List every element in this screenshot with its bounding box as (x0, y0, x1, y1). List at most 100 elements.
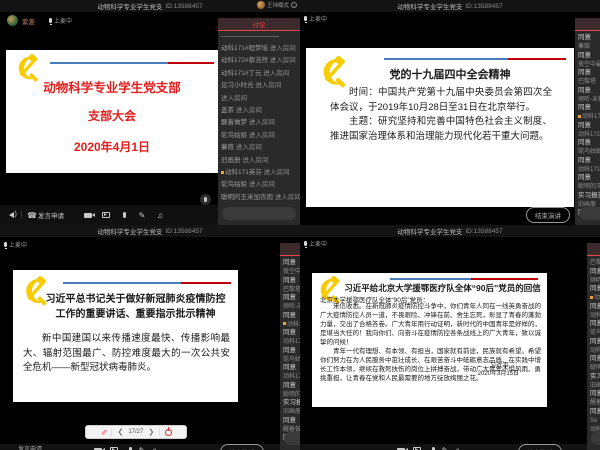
window-title: 动物科学专业学生党支 (97, 1, 162, 11)
screen-share-icon[interactable] (411, 444, 423, 450)
phone-icon[interactable]: ☎ (26, 209, 38, 221)
slide-divider (390, 278, 538, 280)
end-present-button[interactable]: 结束演讲 (220, 444, 264, 450)
controls-divider (111, 428, 112, 436)
camera-icon[interactable] (92, 444, 104, 450)
presenter-badge[interactable]: 王玮楠式 i (257, 1, 297, 9)
on-mic-status: 上麦中 (49, 16, 72, 25)
chat-reply-message: 动科171#丁元 同意 (578, 167, 600, 183)
page-indicator: 17/27 (128, 429, 143, 435)
meeting-window-epidemic-slide: 动物科学专业学生党支 ID:13588457 上麦中 习近平总书记关于做好新冠肺… (0, 225, 300, 450)
mic-toggle-icon[interactable] (118, 209, 130, 221)
chat-reply-message: 动科171#丁元 同意 (283, 374, 300, 390)
chat-reply-message: 醒着做梦 同意 (590, 400, 600, 416)
end-present-button[interactable]: 结束演讲 (518, 444, 562, 450)
member-dot-icon (221, 171, 224, 174)
chat-join-message: 进入房间 (221, 93, 300, 105)
chat-reply-message: 倾听-未知 同意 (283, 304, 300, 320)
chat-reply-message: 巴黎塔 同意 (578, 79, 600, 95)
chat-reply-list: 同意 夜空中最亮 同意 巴黎塔 同意 倾听-未知 同意 动科171英芬 同意 动… (280, 256, 300, 444)
music-icon[interactable]: ♫ (451, 444, 463, 450)
chat-input[interactable] (284, 432, 300, 445)
chat-reply-message: 旧画册 同意 (283, 409, 300, 425)
on-mic-status: 上麦中 (304, 14, 327, 23)
room-id: ID:13588457 (465, 3, 502, 10)
chat-reply-message: 动科172#蔡浩然 同意 (590, 313, 600, 329)
slide1-subtitle: 支部大会 (6, 107, 218, 124)
screenshot-grid: 动物科学专业学生党支 ID:13588457 王玮楠式 i 紫菱 上麦中 动物科… (0, 0, 600, 450)
on-mic-label: 上麦中 (309, 239, 327, 248)
window-titlebar: 动物科学专业学生党支 ID:13588457 (0, 225, 300, 237)
party-emblem-icon (316, 56, 350, 90)
chat-reply-list: 巴黎塔 同意 倾听-未知 同意 动科171英芬 同意 动科172#蔡浩然 同意 … (587, 256, 600, 437)
discussion-tab[interactable]: 讨论 (587, 243, 600, 256)
toolbar-sliver: 发言申请 ✎ ♫ 结束演讲 (0, 444, 300, 450)
toolbar-sliver: ✎ ♫ 结束演讲 (300, 444, 600, 450)
chat-reply-message: 动科172#蔡浩然 同意 (578, 132, 600, 148)
chat-reply-list: 同意 蒹葭 同意 夜空中最亮 同意 巴黎塔 同意 倾听-未知 同意 动科171英… (575, 31, 600, 219)
on-mic-label: 上麦中 (9, 240, 27, 249)
slide-title-page: 动物科学专业学生党支部 支部大会 2020年4月1日 (6, 50, 218, 173)
discussion-tab[interactable]: 讨论 (218, 18, 300, 31)
camera-icon[interactable] (395, 444, 407, 450)
chat-reply-message: 鸵鸟姑娘 同意 (283, 357, 300, 373)
chat-reply-message: 夜空中最亮 同意 (283, 269, 300, 285)
prev-page-icon[interactable]: ❮ (117, 428, 123, 436)
music-icon[interactable]: ♫ (148, 444, 160, 450)
discussion-tab[interactable]: 讨论 (575, 18, 600, 31)
window-title: 动物科学专业学生党支 (397, 1, 462, 11)
end-present-button[interactable]: 结束演讲 (526, 207, 570, 223)
mic-toggle-icon[interactable] (427, 444, 439, 450)
chat-input[interactable] (222, 207, 296, 220)
room-id: ID:13588457 (165, 228, 202, 235)
member-dot-icon (590, 296, 593, 299)
chat-sidebar: 讨论 巴黎塔 同意 倾听-未知 同意 动科171英芬 同意 动科172#蔡浩然 … (587, 243, 600, 450)
annotate-icon[interactable]: ✎ (439, 444, 451, 450)
chat-join-message: 动科171英芬 进入房间 (221, 167, 300, 179)
meeting-window-plenary-slide: 动物科学专业学生党支 ID:13588457 上麦中 党的十九届四中全会精神 时… (300, 0, 600, 225)
request-speak-label[interactable]: 发言申请 (38, 210, 64, 220)
end-show-icon[interactable] (165, 429, 172, 436)
chat-join-message: 动科171#丁元 进入房间 (221, 68, 300, 80)
slide2-title: 党的十九届四中全会精神 (346, 66, 554, 82)
slide-divider (50, 62, 214, 64)
mic-toggle-icon[interactable] (124, 444, 136, 450)
slide2-time: 时间：中国共产党第十九届中央委员会第四次全体会议，于2019年10月28日至31… (330, 86, 552, 115)
pen-tool-icon[interactable]: ✎ (99, 429, 108, 436)
chat-reply-message: 动科171英芬 同意 (578, 114, 600, 130)
next-page-icon[interactable]: ❯ (148, 428, 154, 436)
chat-reply-message: 聪明的玉米加农炮 实习报告 (578, 184, 600, 200)
presenter-name: 王玮楠式 (267, 1, 289, 9)
chat-input[interactable] (591, 432, 600, 445)
speaker-volume-icon[interactable] (5, 209, 17, 221)
slide2-topic: 主题：研究坚持和完善中国特色社会主义制度、推进国家治理体系和治理能力现代化若干重… (330, 115, 552, 144)
chat-reply-message: Se (590, 418, 600, 426)
window-title: 动物科学专业学生党支 (397, 226, 462, 236)
chat-reply-message: 动科171英芬 同意 (590, 295, 600, 311)
chat-join-message: 醒着做梦 进入房间 (221, 117, 300, 129)
camera-icon[interactable] (82, 209, 94, 221)
chat-reply-message: 倾听-未知 同意 (590, 278, 600, 294)
room-id: ID:13588457 (465, 228, 502, 235)
slide-letter: 习近平给北京大学援鄂医疗队全体“90后”党员的回信 北京大学援鄂医疗队全体“90… (312, 273, 547, 407)
chat-reply-message: 夜空中最亮 同意 (578, 62, 600, 78)
member-dot-icon (578, 115, 581, 118)
chat-join-message: 蒹葭 进入房间 (221, 142, 300, 154)
chat-reply-message: 蒹葭 同意 (578, 44, 600, 60)
screen-share-icon[interactable] (100, 209, 112, 221)
chat-reply-message: 鸵鸟姑娘 同意 (578, 149, 600, 165)
request-speak-label[interactable]: 发言申请 (18, 444, 42, 450)
annotate-icon[interactable]: ✎ (136, 444, 148, 450)
mic-icon (304, 241, 307, 246)
annotate-icon[interactable]: ✎ (136, 209, 148, 221)
float-mic-button[interactable] (200, 194, 211, 205)
slide-divider (63, 282, 231, 284)
chat-sidebar: 讨论 动科171#程梦瑶 进入房间 动科172#蔡浩然 进入房间 动科171#丁… (218, 18, 300, 225)
music-icon[interactable]: ♫ (154, 209, 166, 221)
chat-input[interactable] (579, 207, 600, 220)
discussion-tab[interactable]: 讨论 (280, 243, 300, 256)
slide-plenary: 党的十九届四中全会精神 时间：中国共产党第十九届中央委员会第四次全体会议，于20… (306, 48, 574, 207)
presenter-avatar (257, 1, 265, 9)
screen-share-icon[interactable] (108, 444, 120, 450)
info-icon[interactable]: i (291, 2, 297, 8)
